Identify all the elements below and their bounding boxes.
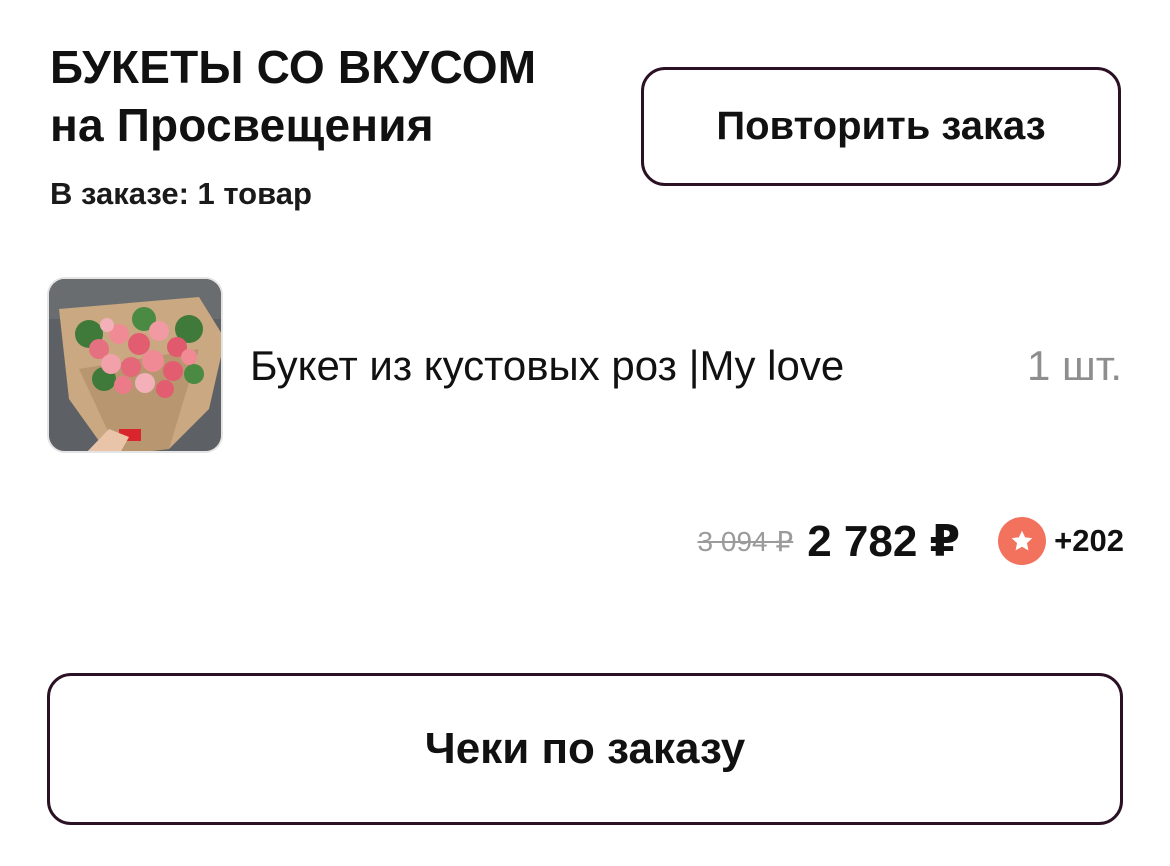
order-item[interactable]: Букет из кустовых роз |My love 1 шт. (47, 277, 1127, 453)
product-image[interactable] (47, 277, 223, 453)
current-price: 2 782 ₽ (807, 516, 961, 566)
store-name-line1: БУКЕТЫ СО ВКУСОМ (50, 41, 537, 93)
repeat-order-button[interactable]: Повторить заказ (641, 67, 1121, 186)
store-name-line2: на Просвещения (50, 99, 434, 151)
store-title: БУКЕТЫ СО ВКУСОМ на Просвещения (50, 38, 630, 154)
product-name[interactable]: Букет из кустовых роз |My love (250, 341, 844, 391)
product-quantity: 1 шт. (1027, 342, 1122, 389)
order-receipts-button[interactable]: Чеки по заказу (47, 673, 1123, 825)
star-icon (998, 517, 1047, 565)
price-summary: 3 094 ₽ 2 782 ₽ +202 (698, 510, 1124, 572)
bonus-points: +202 (1054, 523, 1124, 558)
order-items-count: В заказе: 1 товар (50, 176, 312, 211)
old-price: 3 094 ₽ (697, 525, 794, 557)
bouquet-photo (49, 279, 221, 451)
